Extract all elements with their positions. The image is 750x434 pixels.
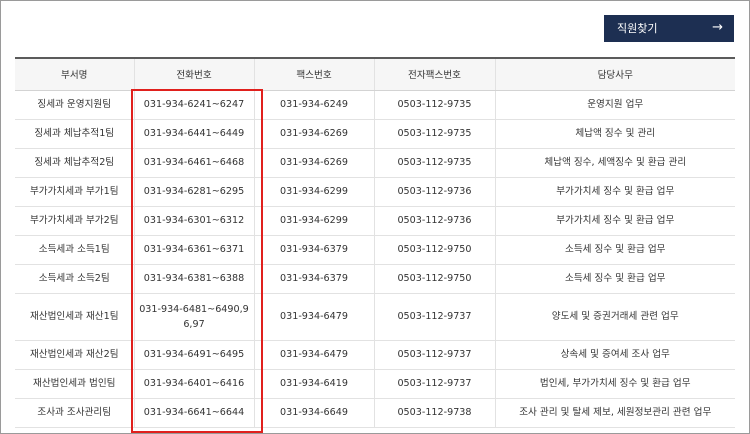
cell-department: 부가가치세과 부가1팀 xyxy=(15,177,134,207)
cell-fax: 031-934-6479 xyxy=(253,293,374,341)
cell-efax: 0503-112-9738 xyxy=(373,398,495,428)
cell-phone: 031-934-6281~6295 xyxy=(133,177,254,207)
cell-department: 부가가치세과 부가2팀 xyxy=(15,206,134,236)
cell-duty: 소득세 징수 및 환급 업무 xyxy=(494,235,735,265)
header-fax: 팩스번호 xyxy=(253,57,374,91)
cell-department: 징세과 체납추적1팀 xyxy=(15,119,134,149)
cell-efax: 0503-112-9735 xyxy=(373,119,495,149)
cell-fax: 031-934-6379 xyxy=(253,235,374,265)
cell-department: 조사과 조사관리팀 xyxy=(15,398,134,428)
cell-duty: 부가가치세 징수 및 환급 업무 xyxy=(494,206,735,236)
table-row: 소득세과 소득1팀 031-934-6361~6371 031-934-6379… xyxy=(15,235,735,265)
cell-duty: 체납액 징수 및 관리 xyxy=(494,119,735,149)
cell-efax: 0503-112-9737 xyxy=(373,293,495,341)
cell-fax: 031-934-6649 xyxy=(253,398,374,428)
cell-duty: 운영지원 업무 xyxy=(494,90,735,120)
cell-fax: 031-934-6269 xyxy=(253,148,374,178)
find-staff-label: 직원찾기 xyxy=(617,22,658,35)
header-department: 부서명 xyxy=(15,57,134,91)
table-row: 재산법인세과 재산1팀 031-934-6481~6490,96,97 031-… xyxy=(15,293,735,341)
table-row: 징세과 운영지원팀 031-934-6241~6247 031-934-6249… xyxy=(15,90,735,120)
cell-department: 재산법인세과 법인팀 xyxy=(15,369,134,399)
cell-duty: 상속세 및 증여세 조사 업무 xyxy=(494,340,735,370)
cell-fax: 031-934-6269 xyxy=(253,119,374,149)
table-row: 징세과 체납추적2팀 031-934-6461~6468 031-934-626… xyxy=(15,148,735,178)
cell-duty: 소득세 징수 및 환급 업무 xyxy=(494,264,735,294)
cell-department: 재산법인세과 재산2팀 xyxy=(15,340,134,370)
cell-fax: 031-934-6379 xyxy=(253,264,374,294)
header-efax: 전자팩스번호 xyxy=(373,57,495,91)
cell-efax: 0503-112-9735 xyxy=(373,148,495,178)
cell-department: 재산법인세과 재산1팀 xyxy=(15,293,134,341)
cell-duty: 양도세 및 증권거래세 관련 업무 xyxy=(494,293,735,341)
cell-department: 소득세과 소득2팀 xyxy=(15,264,134,294)
cell-phone: 031-934-6241~6247 xyxy=(133,90,254,120)
cell-efax: 0503-112-9750 xyxy=(373,235,495,265)
cell-fax: 031-934-6299 xyxy=(253,177,374,207)
cell-efax: 0503-112-9737 xyxy=(373,369,495,399)
header-phone: 전화번호 xyxy=(133,57,254,91)
cell-efax: 0503-112-9737 xyxy=(373,340,495,370)
cell-phone: 031-934-6401~6416 xyxy=(133,369,254,399)
arrow-right-icon: → xyxy=(712,20,723,35)
cell-duty: 법인세, 부가가치세 징수 및 환급 업무 xyxy=(494,369,735,399)
table-row: 부가가치세과 부가1팀 031-934-6281~6295 031-934-62… xyxy=(15,177,735,207)
cell-efax: 0503-112-9736 xyxy=(373,206,495,236)
header-duty: 담당사무 xyxy=(494,57,735,91)
cell-phone: 031-934-6381~6388 xyxy=(133,264,254,294)
cell-efax: 0503-112-9750 xyxy=(373,264,495,294)
cell-fax: 031-934-6479 xyxy=(253,340,374,370)
table-row: 조사과 조사관리팀 031-934-6641~6644 031-934-6649… xyxy=(15,398,735,428)
table-row: 부가가치세과 부가2팀 031-934-6301~6312 031-934-62… xyxy=(15,206,735,236)
cell-department: 징세과 체납추적2팀 xyxy=(15,148,134,178)
table-row: 재산법인세과 재산2팀 031-934-6491~6495 031-934-64… xyxy=(15,340,735,370)
cell-duty: 체납액 징수, 세액징수 및 환급 관리 xyxy=(494,148,735,178)
cell-fax: 031-934-6419 xyxy=(253,369,374,399)
cell-department: 소득세과 소득1팀 xyxy=(15,235,134,265)
find-staff-button[interactable]: 직원찾기 → xyxy=(604,15,734,42)
cell-phone: 031-934-6441~6449 xyxy=(133,119,254,149)
cell-efax: 0503-112-9736 xyxy=(373,177,495,207)
cell-phone: 031-934-6461~6468 xyxy=(133,148,254,178)
cell-department: 징세과 운영지원팀 xyxy=(15,90,134,120)
cell-duty: 부가가치세 징수 및 환급 업무 xyxy=(494,177,735,207)
cell-phone: 031-934-6641~6644 xyxy=(133,398,254,428)
cell-efax: 0503-112-9735 xyxy=(373,90,495,120)
department-contact-table: 부서명 전화번호 팩스번호 전자팩스번호 담당사무 징세과 운영지원팀 031-… xyxy=(15,57,735,428)
table-row: 징세과 체납추적1팀 031-934-6441~6449 031-934-626… xyxy=(15,119,735,149)
page-frame: 직원찾기 → 부서명 전화번호 팩스번호 전자팩스번호 담당사무 징세과 운영지… xyxy=(0,0,750,434)
cell-duty: 조사 관리 및 탈세 제보, 세원정보관리 관련 업무 xyxy=(494,398,735,428)
table-row: 소득세과 소득2팀 031-934-6381~6388 031-934-6379… xyxy=(15,264,735,294)
cell-fax: 031-934-6249 xyxy=(253,90,374,120)
table-row: 재산법인세과 법인팀 031-934-6401~6416 031-934-641… xyxy=(15,369,735,399)
cell-phone: 031-934-6491~6495 xyxy=(133,340,254,370)
table-header-row: 부서명 전화번호 팩스번호 전자팩스번호 담당사무 xyxy=(15,57,735,91)
cell-phone: 031-934-6301~6312 xyxy=(133,206,254,236)
cell-phone: 031-934-6481~6490,96,97 xyxy=(133,293,254,341)
cell-fax: 031-934-6299 xyxy=(253,206,374,236)
top-bar: 직원찾기 → xyxy=(1,1,749,53)
cell-phone: 031-934-6361~6371 xyxy=(133,235,254,265)
